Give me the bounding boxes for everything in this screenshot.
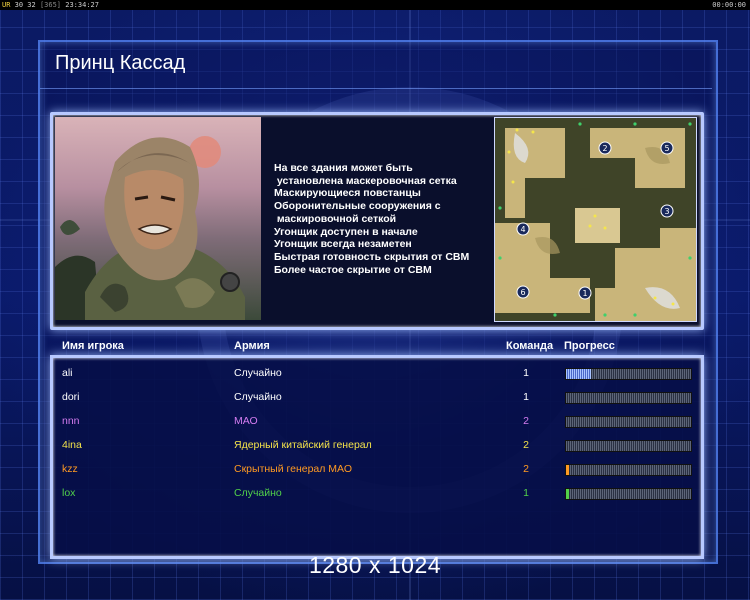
- start-position-label: 1: [582, 289, 587, 298]
- table-row: lox Случайно 1: [0, 487, 750, 501]
- feature-line: Угонщик доступен в начале: [274, 225, 418, 238]
- player-army: Случайно: [234, 391, 282, 403]
- table-row: ali Случайно 1: [0, 367, 750, 381]
- player-progress-bar: [565, 440, 692, 452]
- player-progress-bar: [565, 392, 692, 404]
- player-name: kzz: [62, 463, 78, 475]
- start-position-label: 6: [520, 288, 525, 297]
- start-position-label: 3: [664, 207, 669, 216]
- feature-line: Более частое скрытие от СВМ: [274, 263, 432, 276]
- player-army: Случайно: [234, 367, 282, 379]
- progress-fill: [566, 465, 569, 475]
- player-name: dori: [62, 391, 80, 403]
- player-team: 2: [523, 415, 529, 427]
- feature-line: установлена маскеровочная сетка: [274, 174, 457, 187]
- feature-line: Быстрая готовность скрытия от СВМ: [274, 250, 470, 263]
- start-position-label: 4: [520, 225, 525, 234]
- header-army: Армия: [234, 340, 270, 352]
- feature-line: Оборонительные сооружения с: [274, 200, 441, 213]
- player-army: Случайно: [234, 487, 282, 499]
- player-army: Скрытный генерал МАО: [234, 463, 352, 475]
- player-team: 1: [523, 367, 529, 379]
- general-portrait: [55, 117, 261, 320]
- players-table: [50, 355, 704, 559]
- feature-line: маскировочной сеткой: [274, 212, 397, 225]
- status-numbers: 30 32: [14, 1, 36, 9]
- table-row: dori Случайно 1: [0, 391, 750, 405]
- player-team: 2: [523, 463, 529, 475]
- player-progress-bar: [565, 464, 692, 476]
- map-preview: 2 5 3 4 6 1: [494, 117, 697, 322]
- status-timer: 00:00:00: [712, 1, 746, 9]
- start-position-label: 5: [664, 144, 669, 153]
- resolution-label: 1280 x 1024: [308, 552, 442, 578]
- player-name: lox: [62, 487, 76, 499]
- player-progress-bar: [565, 488, 692, 500]
- table-row: kzz Скрытный генерал МАО 2: [0, 463, 750, 477]
- player-progress-bar: [565, 416, 692, 428]
- start-position-label: 2: [602, 144, 607, 153]
- progress-fill: [566, 489, 569, 499]
- player-team: 2: [523, 439, 529, 451]
- title-divider: [40, 88, 712, 89]
- table-row: 4ina Ядерный китайский генерал 2: [0, 439, 750, 453]
- feature-line: На все здания может быть: [274, 162, 413, 174]
- feature-line: Маскирующиеся повстанцы: [274, 187, 421, 200]
- header-player-name: Имя игрока: [62, 340, 124, 352]
- player-name: ali: [62, 367, 73, 379]
- status-counter: [365]: [39, 1, 62, 9]
- player-team: 1: [523, 487, 529, 499]
- progress-fill: [566, 369, 591, 379]
- header-team: Команда: [506, 340, 554, 352]
- status-tag: UR: [2, 1, 11, 9]
- players-table-header: Имя игрока Армия Команда Прогресс: [0, 340, 750, 354]
- general-features-list: На все здания может быть установлена мас…: [274, 162, 489, 276]
- player-progress-bar: [565, 368, 692, 380]
- header-progress: Прогресс: [564, 340, 615, 352]
- player-name: nnn: [62, 415, 80, 427]
- player-team: 1: [523, 391, 529, 403]
- status-bar: UR 30 32 [365] 23:34:27 00:00:00: [0, 0, 750, 10]
- player-army: МАО: [234, 415, 258, 427]
- table-row: nnn МАО 2: [0, 415, 750, 429]
- player-army: Ядерный китайский генерал: [234, 439, 372, 451]
- player-name: 4ina: [62, 439, 82, 451]
- page-title: Принц Кассад: [55, 52, 186, 74]
- feature-line: Угонщик всегда незаметен: [274, 238, 412, 251]
- status-clock: 23:34:27: [65, 1, 99, 9]
